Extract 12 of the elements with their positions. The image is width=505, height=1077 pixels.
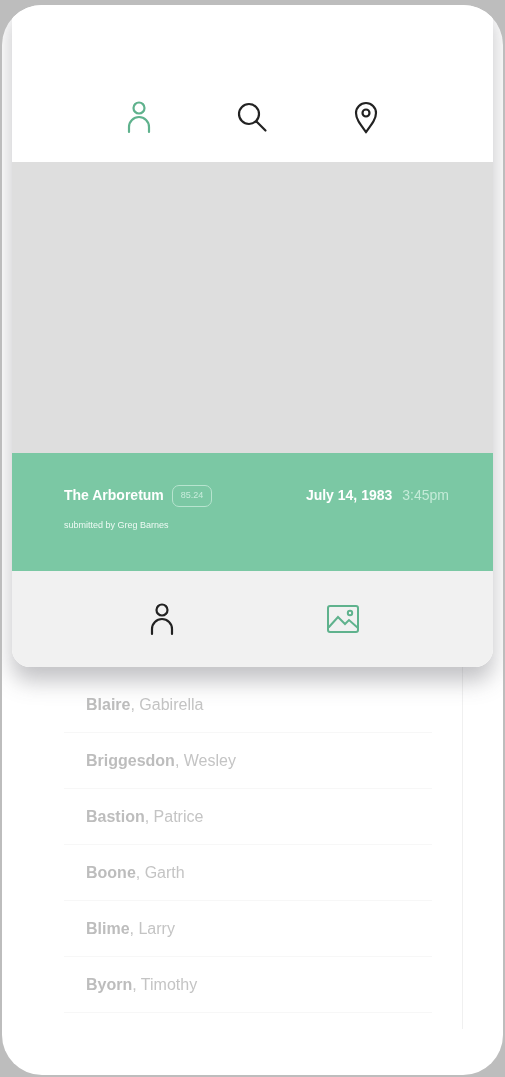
photo-date: July 14, 1983 <box>305 486 393 506</box>
contact-name[interactable]: Boone, Garth <box>86 860 185 885</box>
photo-title: The Arboretum <box>64 486 164 506</box>
photo-time: 3:45pm <box>402 486 449 506</box>
search-icon[interactable] <box>235 100 270 134</box>
contact-name[interactable]: Byorn, Timothy <box>86 972 198 997</box>
contact-name[interactable]: Briggesdon, Wesley <box>86 748 236 773</box>
contact-name[interactable]: Blaire, Gabirella <box>86 692 204 717</box>
submitted-by-text: submitted by Greg Barnes <box>64 518 170 532</box>
contact-name[interactable]: Bastion, Patrice <box>86 804 204 829</box>
score-badge: 85.24 <box>171 485 213 507</box>
contact-name[interactable]: Blime, Larry <box>86 916 175 941</box>
